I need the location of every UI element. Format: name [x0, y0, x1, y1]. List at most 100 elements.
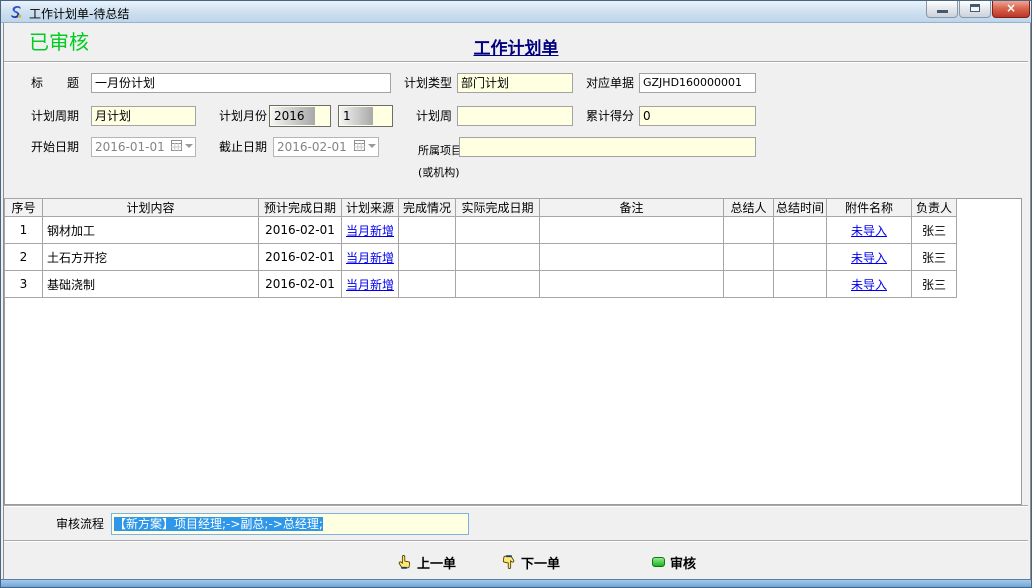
page-title: 工作计划单 [1, 34, 1031, 59]
next-record-label: 下一单 [521, 553, 560, 572]
cell-expected-date[interactable]: 2016-02-01 [259, 271, 342, 298]
footer-divider-top [4, 505, 1028, 507]
col-header-expected-date[interactable]: 预计完成日期 [259, 199, 342, 217]
cell-no: 2 [5, 244, 43, 271]
cell-actual-date[interactable] [456, 217, 540, 244]
plan-week-label: 计划周 [404, 106, 452, 126]
close-icon: × [1006, 1, 1016, 15]
project-label-line1: 所属项目 [418, 144, 462, 157]
cell-no: 1 [5, 217, 43, 244]
cell-owner: 张三 [912, 217, 957, 244]
cell-expected-date[interactable]: 2016-02-01 [259, 217, 342, 244]
end-date-input[interactable]: 2016-02-01 [273, 137, 379, 157]
table-row[interactable]: 2 土石方开挖 2016-02-01 当月新增 未导入 张三 [5, 244, 957, 271]
table-row[interactable]: 1 钢材加工 2016-02-01 当月新增 未导入 张三 [5, 217, 957, 244]
doc-no-input[interactable]: GZJHD160000001 [639, 73, 756, 93]
col-header-attachment[interactable]: 附件名称 [827, 199, 912, 217]
cell-summary-time [774, 271, 827, 298]
score-input[interactable]: 0 [639, 106, 756, 126]
doc-no-label: 对应单据 [586, 73, 634, 93]
col-header-summarizer[interactable]: 总结人 [724, 199, 774, 217]
source-link[interactable]: 当月新增 [346, 224, 394, 238]
source-link[interactable]: 当月新增 [346, 278, 394, 292]
cell-remark[interactable] [540, 217, 724, 244]
cell-summarizer [724, 217, 774, 244]
hand-point-down-icon [501, 554, 516, 570]
attachment-link[interactable]: 未导入 [851, 251, 887, 265]
cell-actual-date[interactable] [456, 244, 540, 271]
start-date-label: 开始日期 [31, 137, 79, 157]
titlebar[interactable]: 工作计划单-待总结 × [1, 1, 1031, 23]
table-header-row: 序号 计划内容 预计完成日期 计划来源 完成情况 实际完成日期 备注 总结人 总… [5, 199, 957, 217]
cell-remark[interactable] [540, 244, 724, 271]
col-header-owner[interactable]: 负责人 [912, 199, 957, 217]
chevron-down-icon[interactable] [368, 144, 376, 148]
cell-summary-time [774, 244, 827, 271]
plan-month-num-spinner[interactable]: 1 [338, 105, 393, 127]
calendar-icon[interactable] [171, 140, 182, 151]
plan-items-table: 序号 计划内容 预计完成日期 计划来源 完成情况 实际完成日期 备注 总结人 总… [4, 198, 957, 298]
project-label: 所属项目 (或机构) [404, 134, 454, 189]
cell-content[interactable]: 钢材加工 [43, 217, 259, 244]
audit-label: 审核 [670, 553, 696, 572]
plan-week-input[interactable] [457, 106, 573, 126]
col-header-status[interactable]: 完成情况 [399, 199, 456, 217]
plan-type-input[interactable]: 部门计划 [457, 73, 573, 93]
project-label-line2: (或机构) [418, 166, 460, 179]
plan-month-year-spinner[interactable]: 2016 [269, 105, 331, 127]
green-dot-icon [652, 557, 665, 567]
cell-status[interactable] [399, 271, 456, 298]
attachment-link[interactable]: 未导入 [851, 278, 887, 292]
col-header-source[interactable]: 计划来源 [342, 199, 399, 217]
col-header-remark[interactable]: 备注 [540, 199, 724, 217]
start-date-input[interactable]: 2016-01-01 [91, 137, 196, 157]
cell-owner: 张三 [912, 244, 957, 271]
start-date-value: 2016-01-01 [95, 140, 165, 154]
window-title: 工作计划单-待总结 [29, 5, 129, 22]
review-flow-input[interactable]: 【新方案】项目经理;->副总;->总经理; [111, 513, 469, 535]
previous-record-label: 上一单 [417, 553, 456, 572]
attachment-link[interactable]: 未导入 [851, 224, 887, 238]
review-flow-selected-text: 【新方案】项目经理;->副总;->总经理; [114, 517, 323, 531]
app-logo-swirl-icon [8, 4, 24, 20]
review-flow-label: 审核流程 [56, 514, 104, 535]
plan-cycle-input[interactable]: 月计划 [91, 106, 196, 126]
col-header-summary-time[interactable]: 总结时间 [774, 199, 827, 217]
title-field-input[interactable]: 一月份计划 [91, 73, 391, 93]
cell-owner: 张三 [912, 271, 957, 298]
plan-month-year-value[interactable]: 2016 [271, 107, 315, 125]
plan-month-num-value[interactable]: 1 [340, 107, 373, 125]
cell-summarizer [724, 271, 774, 298]
maximize-button[interactable] [959, 1, 991, 18]
chevron-down-icon[interactable] [185, 144, 193, 148]
plan-type-label: 计划类型 [404, 73, 452, 93]
cell-content[interactable]: 基础浇制 [43, 271, 259, 298]
minimize-button[interactable] [926, 1, 958, 18]
cell-summarizer [724, 244, 774, 271]
audit-button[interactable]: 审核 [652, 549, 696, 575]
cell-expected-date[interactable]: 2016-02-01 [259, 244, 342, 271]
previous-record-button[interactable]: 上一单 [397, 549, 456, 575]
minimize-icon [937, 10, 948, 13]
cell-status[interactable] [399, 217, 456, 244]
calendar-icon[interactable] [354, 140, 365, 151]
title-field-label: 标 题 [31, 73, 79, 93]
score-label: 累计得分 [586, 106, 634, 126]
cell-content[interactable]: 土石方开挖 [43, 244, 259, 271]
cell-status[interactable] [399, 244, 456, 271]
footer-divider-bottom [4, 540, 1028, 542]
end-date-label: 截止日期 [219, 137, 267, 157]
col-header-no[interactable]: 序号 [5, 199, 43, 217]
next-record-button[interactable]: 下一单 [501, 549, 560, 575]
plan-cycle-label: 计划周期 [31, 106, 79, 126]
plan-month-label: 计划月份 [219, 106, 267, 126]
cell-actual-date[interactable] [456, 271, 540, 298]
col-header-content[interactable]: 计划内容 [43, 199, 259, 217]
close-button[interactable]: × [992, 1, 1030, 18]
end-date-value: 2016-02-01 [277, 140, 347, 154]
col-header-actual-date[interactable]: 实际完成日期 [456, 199, 540, 217]
source-link[interactable]: 当月新增 [346, 251, 394, 265]
project-input[interactable] [459, 137, 756, 157]
table-row[interactable]: 3 基础浇制 2016-02-01 当月新增 未导入 张三 [5, 271, 957, 298]
cell-remark[interactable] [540, 271, 724, 298]
